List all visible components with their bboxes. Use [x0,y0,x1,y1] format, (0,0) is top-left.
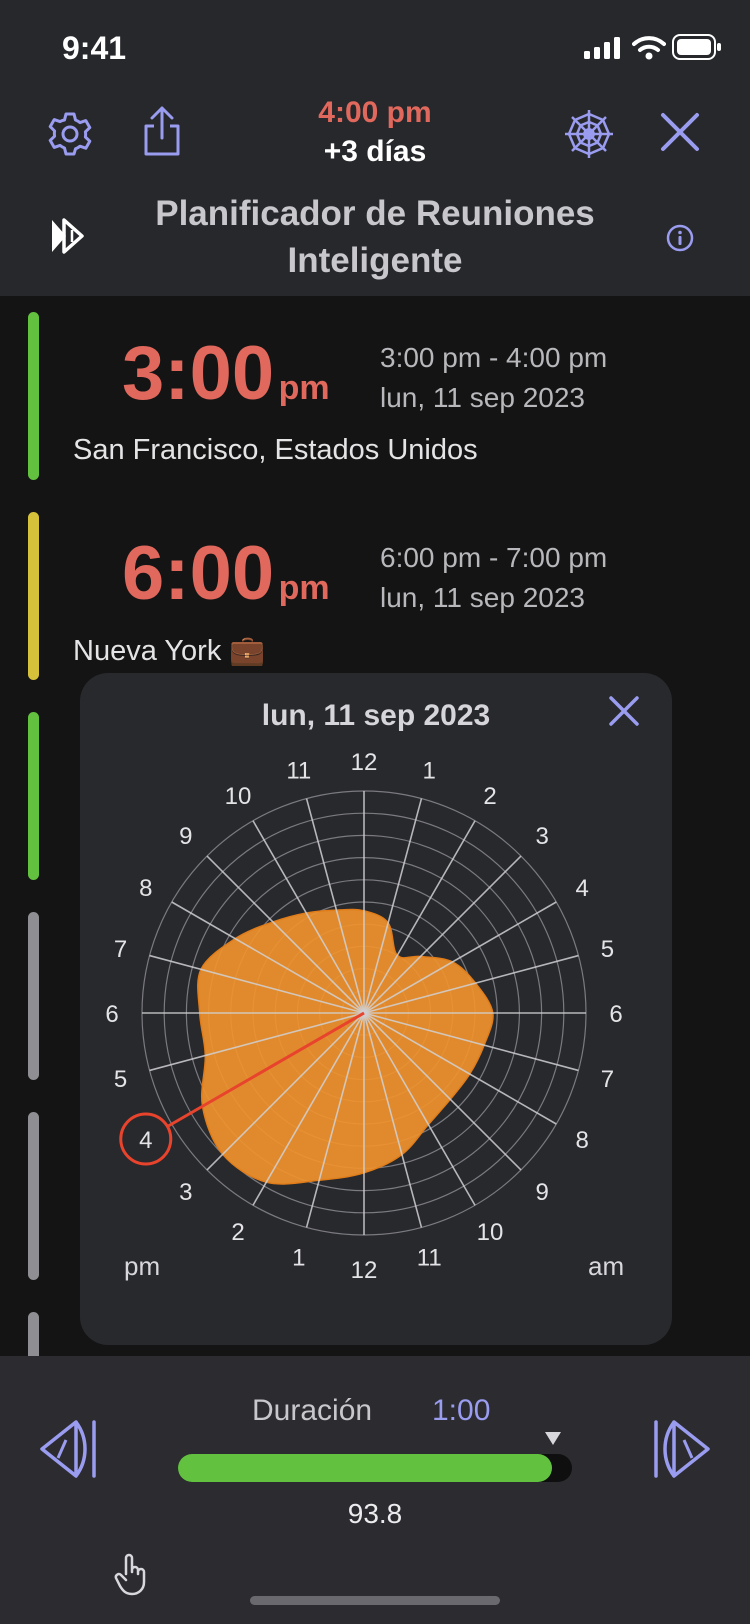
duration-slider-fill [178,1454,552,1482]
signal-icon [584,37,620,59]
spider-web-icon[interactable] [563,108,615,160]
place-name: San Francisco, Estados Unidos [73,434,478,466]
hour-label: 11 [417,1244,442,1271]
hour-label: 3 [536,823,549,850]
pm-label: pm [124,1251,160,1281]
status-time: 9:41 [62,30,127,66]
hour-label: 4 [139,1127,152,1154]
hour-label: 5 [601,936,614,963]
hour-label: 2 [231,1219,244,1246]
duration-value[interactable]: 1:00 [432,1394,490,1428]
battery-icon [672,34,721,60]
hour-label: 6 [609,1001,622,1028]
row-color-bar [28,712,39,880]
hour-label: 7 [114,936,127,963]
hour-label: 7 [601,1066,614,1093]
duration-label: Duración [252,1394,373,1427]
row-color-bar [28,312,39,480]
info-icon[interactable] [666,224,694,252]
hour-label: 3 [179,1179,192,1206]
time-range: 6:00 pm - 7:00 pm [380,542,608,573]
hour-label: 9 [536,1179,549,1206]
hour-label: 11 [286,758,311,785]
hour-label: 1 [292,1244,305,1271]
app-header: 9:41 4:00 pm +3 días Planificador de Reu… [0,0,750,296]
hour-label: 10 [225,783,252,810]
local-time: 6:00 [122,531,275,616]
polar-clock[interactable]: 1234567891011121110987654321 12 pm am [80,673,672,1345]
hour-label: 5 [114,1066,127,1093]
selected-time: 4:00 pm [318,96,432,129]
local-time: 3:00 [122,331,275,416]
row-color-bar [28,912,39,1080]
hour-label: 6 [105,1001,118,1028]
next-icon[interactable] [650,1418,714,1480]
date-label: lun, 11 sep 2023 [380,582,585,613]
row-color-bar [28,1112,39,1280]
page-title: Planificador de Reuniones Inteligente [155,194,595,280]
time-range: 3:00 pm - 4:00 pm [380,342,608,373]
local-ampm: pm [278,369,330,407]
row-color-bar [28,512,39,680]
hour-label: 8 [576,1127,589,1154]
close-icon[interactable] [660,112,700,152]
hour-label: 12 [351,1257,378,1284]
hour-label: 1 [423,758,436,785]
hour-label: 8 [139,875,152,902]
day-clock-popup: lun, 11 sep 2023 1 2 3 4 5 6 7 8 9 10 11 12 11 10 9 8 7 6… [80,673,672,1345]
hour-label: 4 [576,875,589,902]
date-label: lun, 11 sep 2023 [380,382,585,413]
day-offset: +3 días [323,135,427,168]
duration-panel: Duración 1:00 93.8 [0,1356,750,1624]
previous-icon[interactable] [36,1418,100,1480]
home-indicator [250,1596,500,1605]
local-ampm: pm [278,569,330,607]
hour-label: 10 [477,1219,504,1246]
slider-value: 93.8 [347,1498,403,1529]
hand-tap-icon[interactable] [112,1552,152,1596]
wifi-icon [632,36,666,60]
slider-thumb-icon[interactable] [544,1431,562,1447]
hour-label: 12 [351,749,378,776]
place-name: Nueva York 💼 [73,635,266,667]
fast-forward-icon[interactable] [48,216,88,256]
hour-label: 9 [179,823,192,850]
hour-label: 2 [483,783,496,810]
am-label: am [588,1251,624,1281]
